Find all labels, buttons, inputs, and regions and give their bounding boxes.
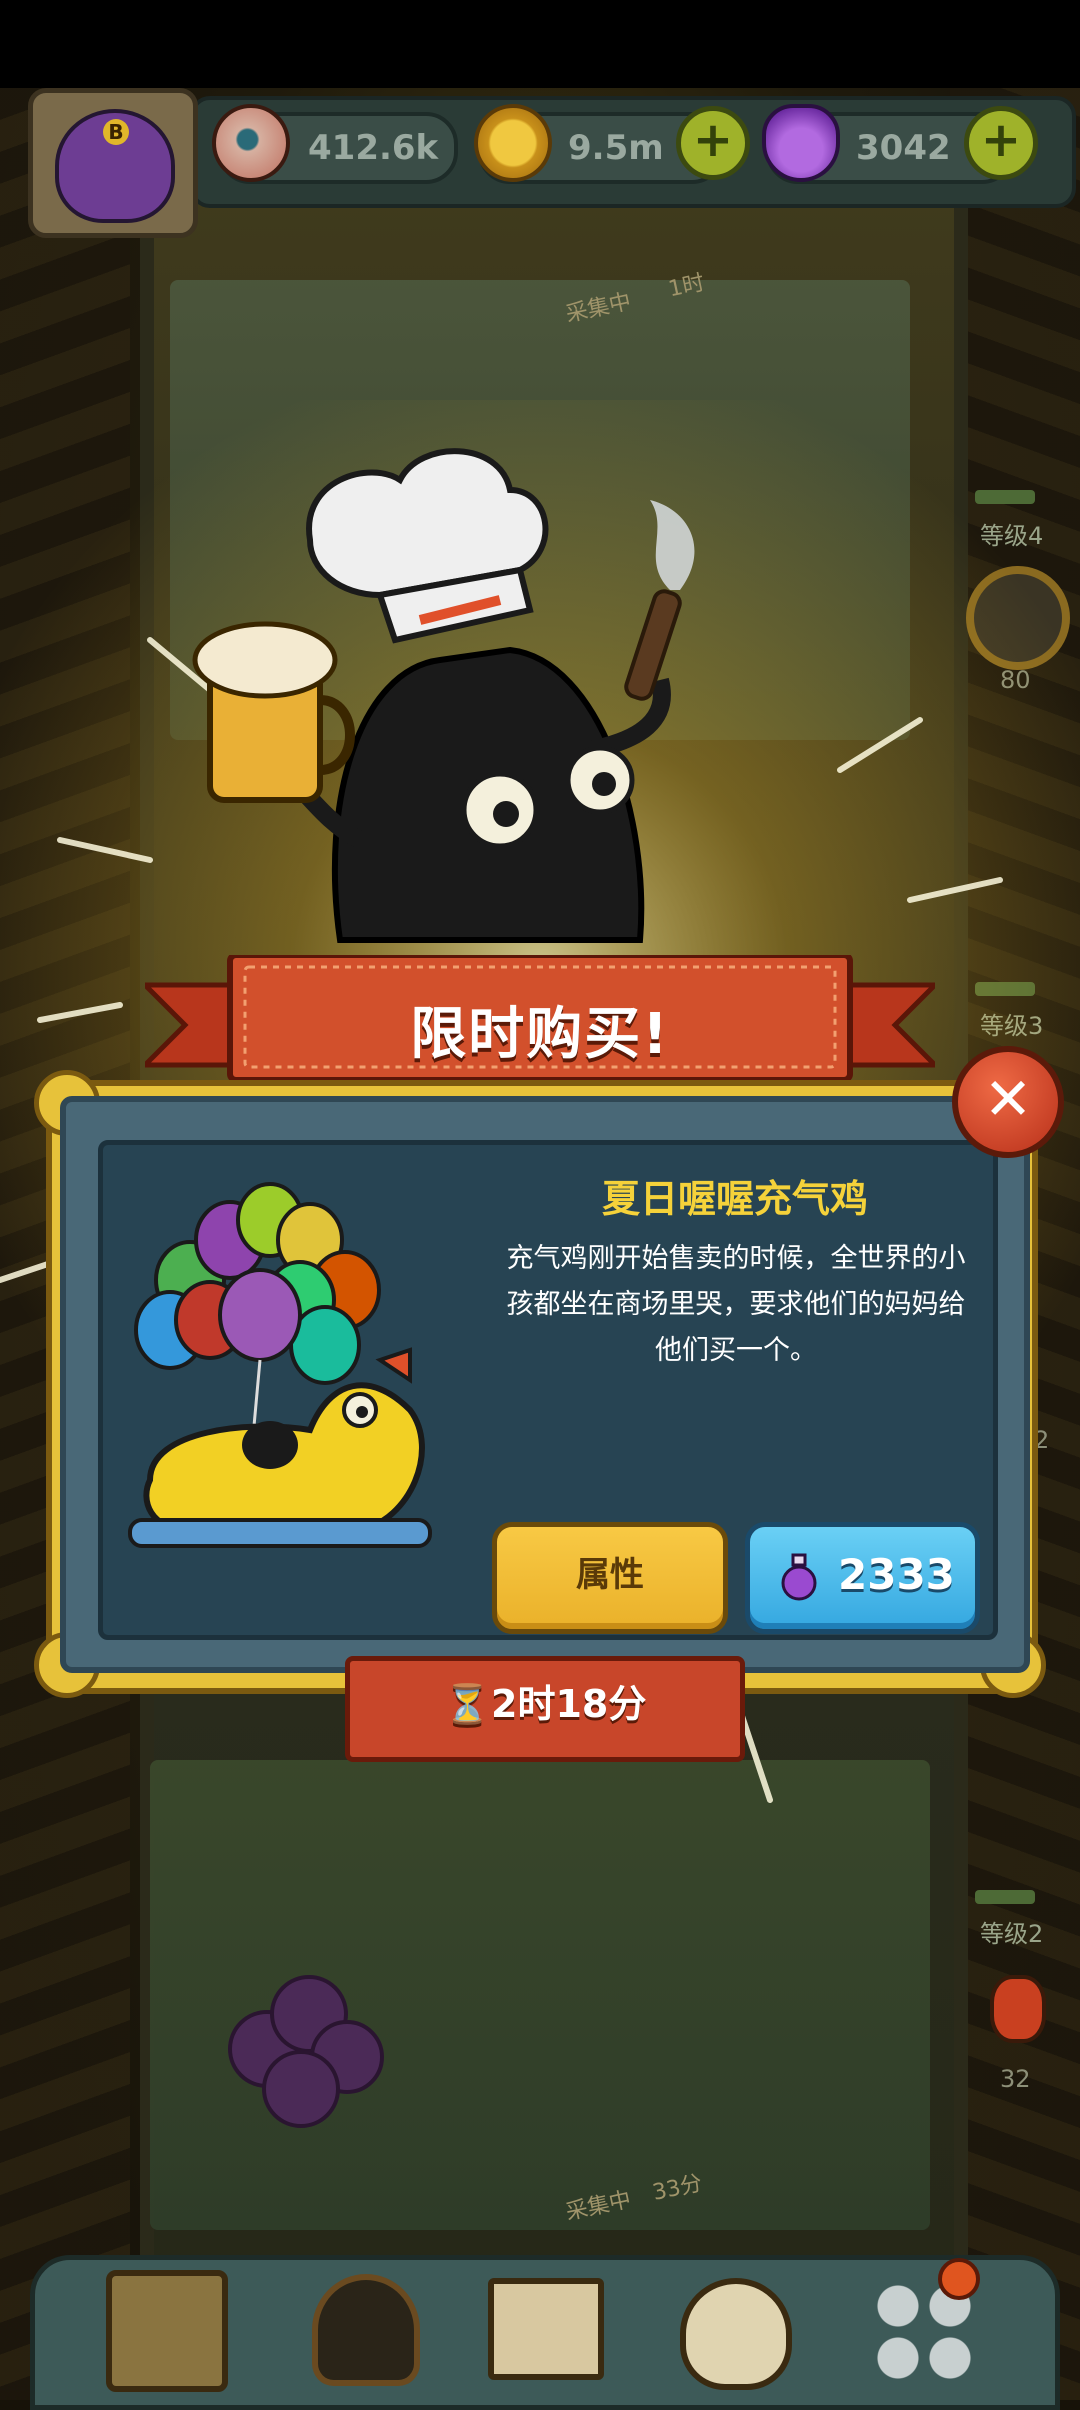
- potion-icon: [781, 1553, 817, 1601]
- notification-dot: [938, 2258, 980, 2300]
- level3-label: 等级3: [980, 1012, 1044, 1040]
- b-rank-badge: B: [103, 119, 129, 145]
- nav-bag-button[interactable]: [660, 2252, 800, 2392]
- lower-floor-room[interactable]: [150, 1760, 930, 2230]
- offer-title: 限时购买!: [410, 1002, 670, 1067]
- purple-ore-cluster: [262, 2050, 340, 2128]
- eyes-count: 412.6k: [308, 128, 439, 168]
- building-icon: [106, 2270, 228, 2392]
- add-coins-button[interactable]: +: [676, 106, 750, 180]
- level4-count: 80: [1000, 666, 1031, 694]
- level2-progress-bar: [975, 1890, 1035, 1904]
- level4-progress-bar: [975, 490, 1035, 504]
- potion-icon: [762, 104, 840, 182]
- status-bar: [0, 0, 1080, 88]
- nav-monsters-button[interactable]: [290, 2252, 430, 2392]
- timer-value: 2时18分: [491, 1682, 647, 1726]
- item-name: 夏日喔喔充气鸡: [601, 1177, 868, 1221]
- monster-icon: [312, 2274, 420, 2386]
- offer-timer: ⏳2时18分: [345, 1656, 745, 1752]
- helmet-avatar-icon: B: [55, 109, 175, 223]
- level2-label: 等级2: [980, 1920, 1044, 1948]
- book-icon: [488, 2278, 604, 2380]
- player-avatar[interactable]: B: [28, 88, 198, 238]
- mascot-character: [192, 448, 695, 943]
- potions-count: 3042: [856, 128, 951, 168]
- close-button[interactable]: ✕: [952, 1046, 1064, 1158]
- level4-resource-ring[interactable]: [966, 566, 1070, 670]
- nav-book-button[interactable]: [470, 2252, 610, 2392]
- buy-button[interactable]: 2333: [745, 1522, 980, 1634]
- item-description: 充气鸡刚开始售卖的时候，全世界的小孩都坐在商场里哭，要求他们的妈妈给他们买一个。: [506, 1243, 966, 1366]
- properties-button[interactable]: 属性: [492, 1522, 728, 1634]
- coin-icon: [474, 104, 552, 182]
- coins-count: 9.5m: [568, 128, 664, 168]
- eyeball-icon: [212, 104, 290, 182]
- pepper-resource-icon[interactable]: [990, 1975, 1046, 2043]
- nav-building-button[interactable]: [92, 2252, 232, 2392]
- hourglass-icon: ⏳: [443, 1682, 491, 1726]
- add-potions-button[interactable]: +: [964, 106, 1038, 180]
- close-icon: ✕: [983, 1065, 1033, 1133]
- money-bag-icon: [680, 2278, 792, 2390]
- level3-progress-bar: [975, 982, 1035, 996]
- level2-count: 32: [1000, 2065, 1031, 2093]
- level4-label: 等级4: [980, 522, 1044, 550]
- price-label: 2333: [838, 1550, 955, 1599]
- balloon-chicken-illustration: [128, 1182, 432, 1548]
